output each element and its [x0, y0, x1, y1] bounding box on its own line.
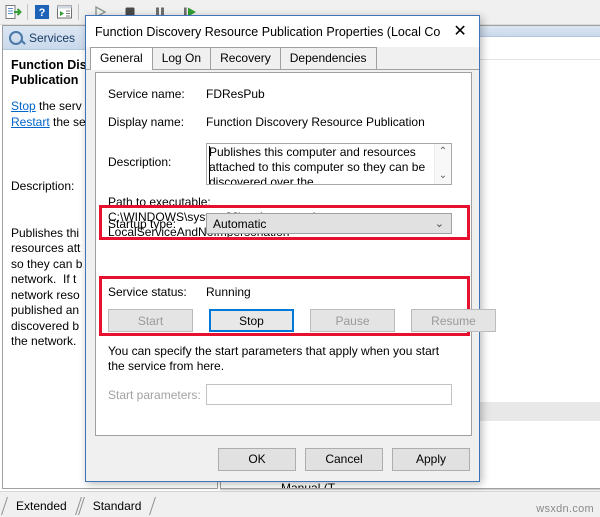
- sheet-tab-extended[interactable]: Extended: [2, 497, 79, 515]
- dialog-footer: OK Cancel Apply: [86, 437, 479, 481]
- mmc-bottom-bar: Extended Standard wsxdn.com: [0, 491, 600, 517]
- apply-button[interactable]: Apply: [392, 447, 470, 471]
- tab-log-on[interactable]: Log On: [151, 47, 212, 69]
- ok-button[interactable]: OK: [218, 447, 296, 471]
- svg-text:?: ?: [39, 7, 46, 19]
- service-status-row: Service status: Running: [108, 285, 251, 299]
- stop-button[interactable]: Stop: [209, 309, 294, 332]
- startup-type-label: Startup type:: [108, 217, 177, 231]
- dialog-titlebar[interactable]: Function Discovery Resource Publication …: [86, 16, 479, 47]
- startup-type-dropdown[interactable]: Automatic ⌄: [206, 213, 452, 234]
- toolbar-separator-2: [78, 4, 79, 20]
- display-name-row: Display name: Function Discovery Resourc…: [108, 115, 425, 129]
- properties-icon[interactable]: [53, 1, 75, 23]
- stop-service-link[interactable]: Stop: [11, 99, 36, 113]
- dialog-title: Function Discovery Resource Publication …: [95, 24, 442, 39]
- pause-button: Pause: [310, 309, 395, 332]
- tab-dependencies[interactable]: Dependencies: [279, 47, 377, 69]
- services-icon: [9, 30, 23, 45]
- service-name-row: Service name: FDResPub: [108, 87, 265, 101]
- sheet-tab-standard[interactable]: Standard: [79, 497, 154, 515]
- resume-button: Resume: [411, 309, 496, 332]
- start-button: Start: [108, 309, 193, 332]
- toolbar-separator: [27, 4, 28, 20]
- service-control-buttons: Start Stop Pause Resume: [108, 309, 496, 332]
- service-name-value: FDResPub: [206, 87, 265, 101]
- display-name-value: Function Discovery Resource Publication: [206, 115, 425, 129]
- description-text: Publishes this computer and resources at…: [209, 145, 426, 185]
- chevron-down-icon: ⌄: [434, 218, 444, 230]
- text-caret: [209, 146, 210, 184]
- start-parameters-row: Start parameters:: [108, 384, 452, 405]
- start-parameters-label: Start parameters:: [108, 388, 201, 402]
- dialog-tabstrip: General Log On Recovery Dependencies: [86, 47, 479, 70]
- scroll-up-icon[interactable]: ⌃: [439, 147, 447, 157]
- general-tab-page: Service name: FDResPub Display name: Fun…: [95, 72, 496, 436]
- startup-type-value: Automatic: [213, 216, 267, 231]
- description-row: Description: Publishes this computer and…: [108, 143, 452, 185]
- restart-service-link[interactable]: Restart: [11, 115, 50, 129]
- help-icon[interactable]: ?: [31, 1, 53, 23]
- service-status-label: Service status:: [108, 285, 187, 299]
- watermark: wsxdn.com: [536, 503, 594, 515]
- restart-link-suffix: the se: [49, 115, 86, 129]
- startup-type-row: Startup type: Automatic ⌄: [108, 213, 452, 234]
- start-parameters-hint: You can specify the start parameters tha…: [108, 344, 440, 373]
- service-properties-dialog: Function Discovery Resource Publication …: [85, 15, 496, 482]
- display-name-label: Display name:: [108, 115, 185, 129]
- start-parameters-input: [206, 384, 452, 405]
- view-sheet-tabs: Extended Standard: [2, 494, 153, 515]
- export-icon[interactable]: [2, 1, 24, 23]
- description-textarea[interactable]: Publishes this computer and resources at…: [206, 143, 452, 185]
- stop-link-suffix: the serv: [35, 99, 82, 113]
- cancel-button[interactable]: Cancel: [305, 447, 383, 471]
- path-label: Path to executable:: [108, 195, 211, 209]
- tab-recovery[interactable]: Recovery: [210, 47, 281, 69]
- service-status-value: Running: [206, 285, 251, 299]
- close-icon[interactable]: ✕: [441, 17, 479, 47]
- service-name-label: Service name:: [108, 87, 185, 101]
- description-label: Description:: [108, 155, 172, 169]
- details-header-label: Services: [29, 30, 76, 45]
- description-scrollbar[interactable]: ⌃ ⌄: [434, 144, 451, 184]
- scroll-down-icon[interactable]: ⌄: [439, 171, 447, 181]
- tab-general[interactable]: General: [90, 47, 153, 70]
